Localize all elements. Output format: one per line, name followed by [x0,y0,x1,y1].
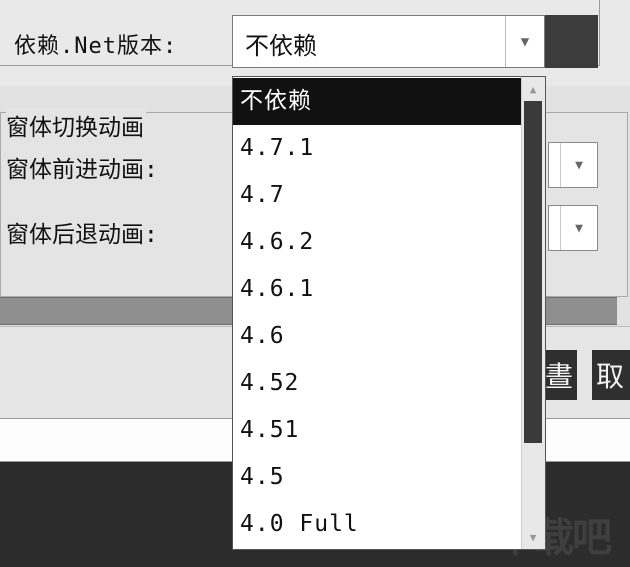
confirm-button[interactable]: 晝 [545,350,577,400]
back-animation-select[interactable]: ▼ [548,205,598,251]
dropdown-option[interactable]: 4.7.1 [233,125,521,172]
dropdown-option[interactable]: 4.6 [233,313,521,360]
scroll-up-arrow-icon[interactable]: ▲ [523,79,543,99]
top-right-dark-panel [545,15,598,68]
chevron-down-icon[interactable]: ▼ [560,206,597,250]
scroll-down-arrow-icon[interactable]: ▼ [523,527,543,547]
dropdown-option[interactable]: 4.5 [233,454,521,501]
cancel-button-label: 取 [596,360,625,393]
cancel-button[interactable]: 取 [592,350,630,400]
dropdown-option[interactable]: 4.6.1 [233,266,521,313]
scroll-thumb[interactable] [524,101,542,443]
confirm-button-label: 晝 [545,360,573,393]
dotnet-version-select[interactable]: 不依赖 ▼ [232,15,545,68]
forward-animation-label: 窗体前进动画: [6,157,158,183]
dotnet-version-dropdown-list[interactable]: 不依赖 4.7.1 4.7 4.6.2 4.6.1 4.6 4.52 4.51 4.5 4.0 F… [232,76,546,550]
chevron-down-icon[interactable]: ▼ [560,143,597,187]
forward-animation-select[interactable]: ▼ [548,142,598,188]
dotnet-version-value: 不依赖 [245,32,317,60]
dotnet-version-label: 依赖.Net版本: [14,34,178,59]
dropdown-scrollbar[interactable]: ▲ ▼ [521,77,545,549]
dropdown-options: 不依赖 4.7.1 4.7 4.6.2 4.6.1 4.6 4.52 4.51 4.5 4.0 F… [233,78,521,548]
dropdown-option[interactable]: 4.7 [233,172,521,219]
dropdown-option[interactable]: 4.0 Full [233,501,521,548]
dropdown-option[interactable]: 4.52 [233,360,521,407]
chevron-down-icon[interactable]: ▼ [505,16,544,67]
dropdown-option[interactable]: 4.51 [233,407,521,454]
dropdown-option[interactable]: 不依赖 [233,78,521,125]
animation-group-title: 窗体切换动画 [6,108,146,142]
back-animation-label: 窗体后退动画: [6,222,158,248]
dropdown-option[interactable]: 4.6.2 [233,219,521,266]
